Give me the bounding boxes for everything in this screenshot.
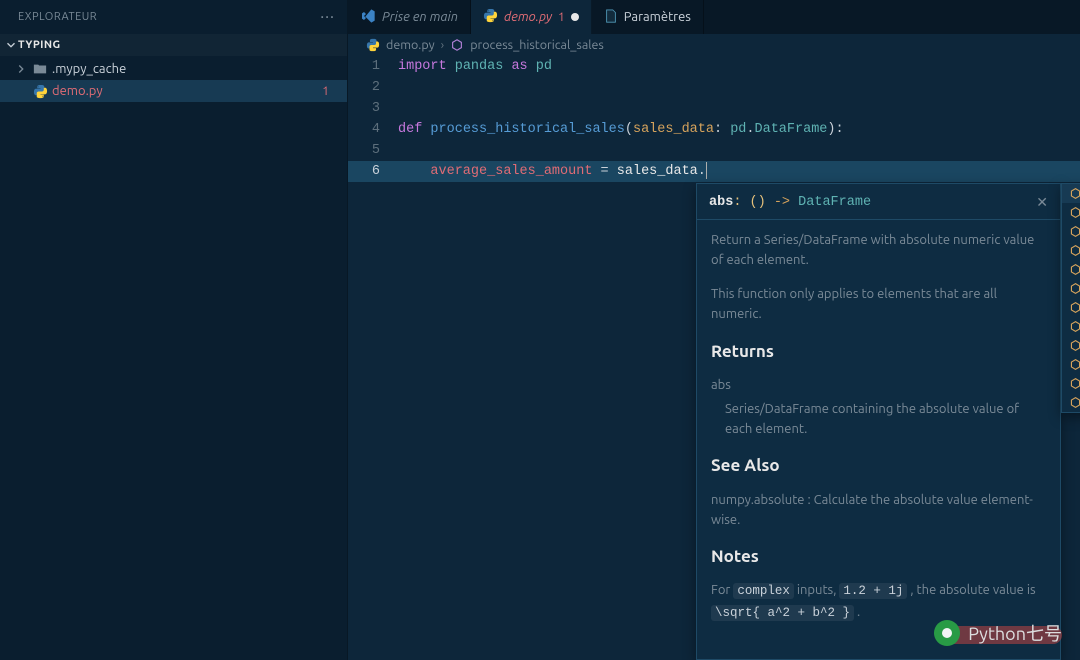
python-file-icon [32,83,48,99]
python-file-icon [366,38,380,52]
line-number: 5 [348,140,398,161]
symbol-method-icon [1068,187,1080,201]
tab-label: Prise en main [382,10,458,24]
tree-label: demo.py [52,84,314,98]
tab-label: demo.py [504,10,552,24]
doc-paragraph: This function only applies to elements t… [711,284,1046,324]
documentation-popup: abs: () -> DataFrame ✕ Return a Series/D… [696,183,1061,660]
suggest-item[interactable]: align [1062,298,1080,317]
tab-error-badge: 1 [558,11,565,24]
symbol-method-icon [1068,206,1080,220]
doc-heading: Returns [711,339,1046,365]
file-icon [604,9,618,26]
line-number: 1 [348,56,398,77]
suggest-item[interactable]: apply [1062,355,1080,374]
symbol-method-icon [1068,244,1080,258]
doc-heading: See Also [711,453,1046,479]
folder-icon [32,61,48,77]
close-icon[interactable]: ✕ [1036,194,1048,211]
tab-settings[interactable]: Paramètres [592,0,704,34]
breadcrumb[interactable]: demo.py › process_historical_sales [348,34,1080,56]
line-number: 4 [348,119,398,140]
line-number: 3 [348,98,398,119]
text-cursor [706,162,708,179]
tab-label: Paramètres [624,10,691,24]
vscode-icon [360,8,376,27]
chevron-right-icon [14,62,28,76]
tree-label: .mypy_cache [52,62,333,76]
error-count-badge: 1 [318,85,333,98]
breadcrumb-file: demo.py [386,38,435,52]
suggest-item[interactable]: aggregate [1062,279,1080,298]
code-line: def process_historical_sales(sales_data:… [398,119,1080,140]
explorer-sidebar: EXPLORATEUR ··· TYPING .mypy_cache [0,0,348,660]
symbol-method-icon [1068,301,1080,315]
unsaved-dot-icon [571,13,579,21]
doc-paragraph: For complex inputs, 1.2 + 1j , the absol… [711,580,1046,623]
suggest-item[interactable]: add_suffix [1062,241,1080,260]
doc-paragraph: numpy.absolute : Calculate the absolute … [711,490,1046,530]
python-file-icon [483,8,498,26]
breadcrumb-symbol: process_historical_sales [470,38,604,52]
tab-demo-py[interactable]: demo.py 1 [471,0,592,34]
doc-heading: Notes [711,544,1046,570]
symbol-method-icon [1068,396,1080,410]
suggest-item[interactable]: agg [1062,260,1080,279]
doc-body[interactable]: Return a Series/DataFrame with absolute … [697,220,1060,647]
tree-folder-mypy-cache[interactable]: .mypy_cache [0,58,347,80]
suggest-item[interactable]: all [1062,317,1080,336]
section-label: TYPING [18,39,61,51]
suggest-item[interactable]: any [1062,336,1080,355]
folder-section-header[interactable]: TYPING [0,34,347,56]
code-line: import pandas as pd [398,56,1080,77]
file-tree: .mypy_cache demo.py 1 [0,56,347,102]
symbol-method-icon [450,38,464,52]
symbol-method-icon [1068,225,1080,239]
symbol-method-icon [1068,320,1080,334]
more-actions-icon[interactable]: ··· [320,8,335,26]
symbol-method-icon [1068,263,1080,277]
doc-paragraph: Return a Series/DataFrame with absolute … [711,230,1046,270]
tree-file-demo-py[interactable]: demo.py 1 [0,80,347,102]
explorer-title: EXPLORATEUR [18,11,97,23]
symbol-method-icon [1068,377,1080,391]
chevron-down-icon [4,38,18,52]
line-number: 6 [348,161,398,182]
symbol-method-icon [1068,358,1080,372]
suggest-item[interactable]: applymap [1062,374,1080,393]
suggest-item[interactable]: add_prefix [1062,222,1080,241]
doc-return-name: abs [711,375,1046,395]
doc-signature: abs: () -> DataFrame [709,195,871,210]
suggest-item[interactable]: abs [1062,184,1080,203]
symbol-method-icon [1068,339,1080,353]
line-number: 2 [348,77,398,98]
autocomplete-popup[interactable]: absaddadd_prefixadd_suffixaggaggregateal… [1061,183,1080,413]
explorer-header: EXPLORATEUR ··· [0,0,347,34]
symbol-method-icon [1068,282,1080,296]
suggest-item[interactable]: asfreq [1062,393,1080,412]
tab-welcome[interactable]: Prise en main [348,0,471,34]
chevron-right-icon: › [441,38,445,52]
doc-return-desc: Series/DataFrame containing the absolute… [725,399,1046,439]
code-line: average_sales_amount = sales_data. [398,161,1080,182]
editor-tabs: Prise en main demo.py 1 Paramètres [348,0,1080,34]
suggest-item[interactable]: add [1062,203,1080,222]
editor-area: Prise en main demo.py 1 Paramètres [348,0,1080,660]
